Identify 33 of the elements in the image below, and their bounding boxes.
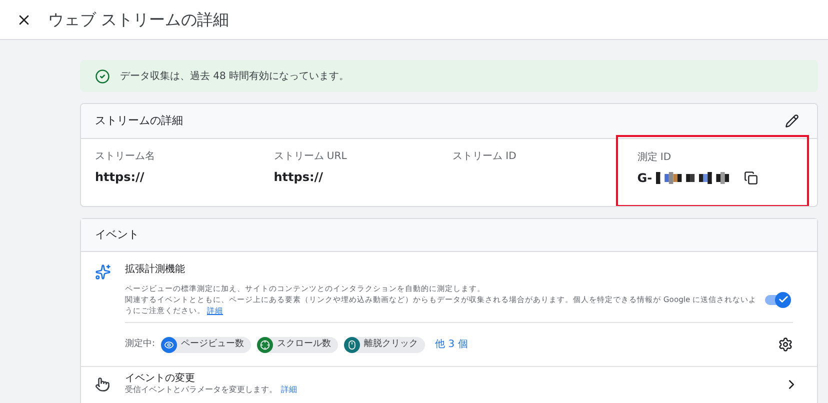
event-chip: ページビュー数 xyxy=(161,336,252,352)
toggle-switch[interactable] xyxy=(765,292,791,308)
field-value: G- xyxy=(637,170,652,187)
field-label: 測定 ID xyxy=(637,150,672,165)
settings-icon xyxy=(778,337,793,352)
chip-icon xyxy=(260,340,270,350)
page-title: ウェブ ストリームの詳細 xyxy=(48,8,230,30)
settings-button[interactable] xyxy=(778,337,793,352)
modify-description: 受信イベントとパラメータを変更します。 詳細 xyxy=(125,385,298,395)
event-chip: スクロール数 xyxy=(257,336,338,352)
check-circle-icon xyxy=(95,68,110,84)
copy-button[interactable] xyxy=(744,171,758,185)
card-title: ストリームの詳細 xyxy=(95,112,183,129)
check-icon xyxy=(778,294,788,305)
field-label: ストリーム URL xyxy=(274,150,348,164)
feature-title: 拡張計測機能 xyxy=(125,262,186,277)
more-link[interactable]: 他 3 個 xyxy=(435,337,468,352)
chip-icon xyxy=(164,340,174,350)
card-title: イベント xyxy=(95,226,139,243)
pencil-icon xyxy=(785,114,799,128)
field-label: ストリーム名 xyxy=(95,150,156,164)
alert-text: データ収集は、過去 48 時間有効になっています。 xyxy=(120,70,350,84)
field-value: https:// xyxy=(274,169,324,186)
copy-icon xyxy=(744,171,758,185)
modify-title: イベントの変更 xyxy=(125,373,196,385)
field-label: ストリーム ID xyxy=(452,150,518,164)
measuring-label: 測定中: xyxy=(125,338,156,351)
field-value: https:// xyxy=(95,169,144,186)
event-chip: 離脱クリック xyxy=(344,336,426,352)
sparkle-icon xyxy=(95,264,111,280)
chip-icon xyxy=(347,340,358,350)
hand-pointer-icon xyxy=(95,376,110,392)
details-link[interactable]: 詳細 xyxy=(281,385,297,394)
